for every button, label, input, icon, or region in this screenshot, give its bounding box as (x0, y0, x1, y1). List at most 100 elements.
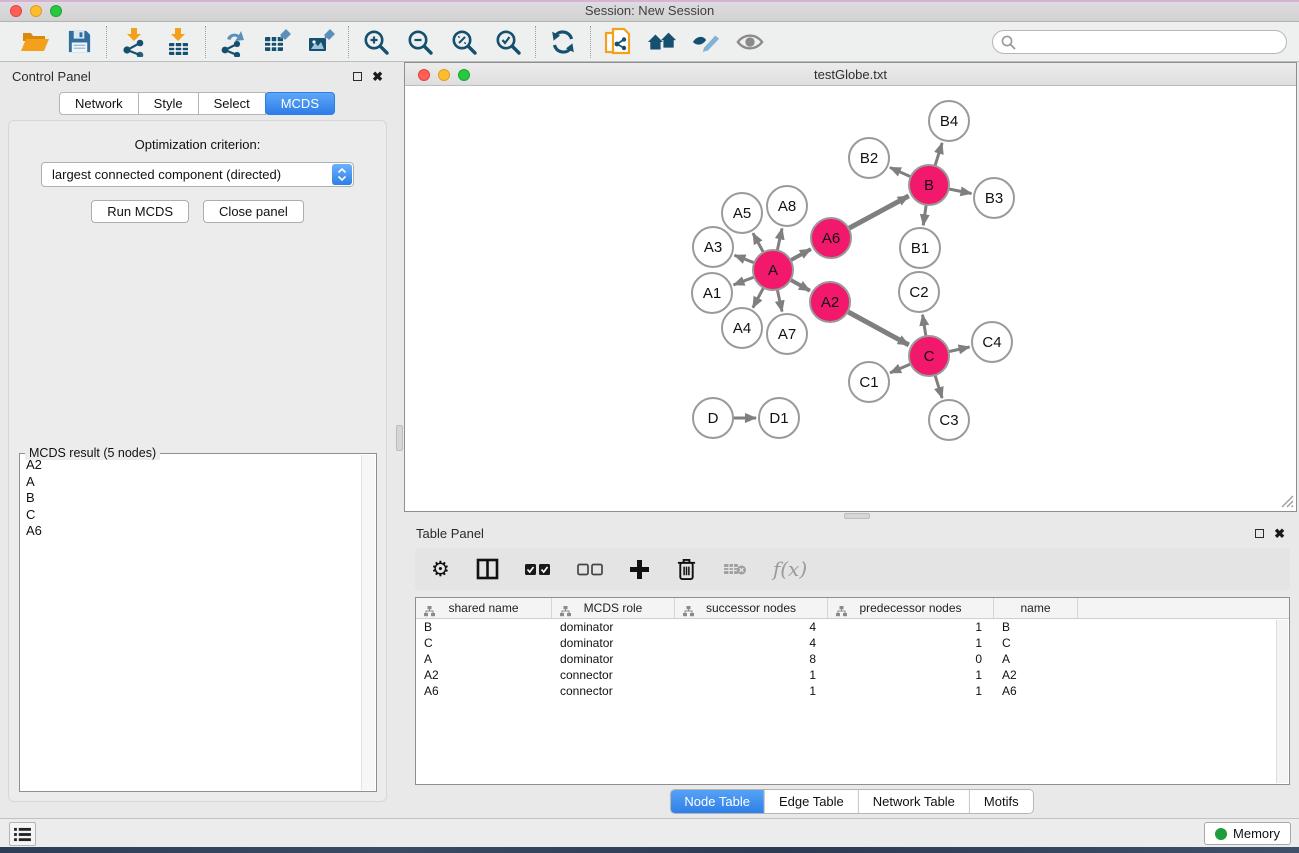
svg-text:B2: B2 (860, 150, 878, 167)
task-history-button[interactable] (9, 822, 36, 846)
control-panel: Control Panel ✖ NetworkStyleSelectMCDS O… (0, 62, 395, 818)
graph-node-A8[interactable]: A8 (767, 186, 807, 226)
zoom-in-icon[interactable] (361, 27, 391, 57)
table-scrollbar[interactable] (1276, 620, 1288, 783)
vertical-splitter[interactable] (395, 62, 404, 818)
graph-node-A7[interactable]: A7 (767, 314, 807, 354)
network-canvas[interactable]: B4 B2 B B3 A5A8A6 B1 A3 A C2 A1 A2 A4A7 C4 C C1 C3 D D1 (405, 86, 1296, 510)
column-header-predecessor-nodes[interactable]: predecessor nodes (828, 598, 994, 618)
graph-node-D1[interactable]: D1 (759, 398, 799, 438)
tab-node-table[interactable]: Node Table (670, 790, 764, 813)
column-header-name[interactable]: name (994, 598, 1078, 618)
tab-edge-table[interactable]: Edge Table (764, 790, 858, 813)
tab-style[interactable]: Style (138, 92, 199, 115)
graph-node-C3[interactable]: C3 (929, 400, 969, 440)
refresh-icon[interactable] (548, 27, 578, 57)
grid-remove-icon (723, 554, 747, 584)
export-table-icon[interactable] (262, 27, 292, 57)
svg-text:B1: B1 (911, 240, 929, 257)
close-panel-icon[interactable]: ✖ (372, 72, 383, 81)
zoom-out-icon[interactable] (405, 27, 435, 57)
horizontal-splitter[interactable] (404, 512, 1299, 520)
unchecked-boxes-icon[interactable] (577, 554, 603, 584)
session-title: Session: New Session (0, 3, 1299, 18)
result-item[interactable]: A (22, 474, 360, 491)
trash-icon[interactable] (676, 554, 697, 584)
split-columns-icon[interactable] (476, 554, 499, 584)
plus-icon[interactable] (629, 554, 650, 584)
column-header-shared-name[interactable]: shared name (416, 598, 552, 618)
column-header-successor-nodes[interactable]: successor nodes (675, 598, 828, 618)
graph-node-A5[interactable]: A5 (722, 193, 762, 233)
column-header-MCDS-role[interactable]: MCDS role (552, 598, 675, 618)
graph-node-B3[interactable]: B3 (974, 178, 1014, 218)
gear-icon[interactable]: ⚙ (431, 554, 450, 584)
table-row[interactable]: A6connector11A6 (416, 683, 1289, 699)
result-item[interactable]: A6 (22, 523, 360, 540)
result-item[interactable]: A2 (22, 457, 360, 474)
graph-node-A4[interactable]: A4 (722, 308, 762, 348)
result-item[interactable]: C (22, 507, 360, 524)
svg-text:C4: C4 (982, 334, 1001, 351)
node-table: shared nameMCDS rolesuccessor nodesprede… (415, 597, 1290, 785)
table-panel: Table Panel ✖ ⚙ f(x) shared nameMCDS rol… (404, 520, 1299, 818)
graph-node-B1[interactable]: B1 (900, 228, 940, 268)
vertical-splitter-handle[interactable] (396, 425, 403, 451)
table-float-panel-icon[interactable] (1255, 529, 1264, 538)
tab-network-table[interactable]: Network Table (858, 790, 969, 813)
close-panel-button[interactable]: Close panel (203, 200, 304, 223)
graph-node-C2[interactable]: C2 (899, 272, 939, 312)
graph-node-D[interactable]: D (693, 398, 733, 438)
graph-node-A6[interactable]: A6 (811, 218, 851, 258)
double-home-icon[interactable] (647, 27, 677, 57)
graph-node-A[interactable]: A (753, 250, 793, 290)
graph-node-A2[interactable]: A2 (810, 282, 850, 322)
export-image-icon[interactable] (306, 27, 336, 57)
clone-pages-icon[interactable] (603, 27, 633, 57)
titlebar-accent (0, 0, 1299, 2)
memory-button[interactable]: Memory (1204, 822, 1291, 845)
search-input[interactable] (992, 30, 1287, 54)
zoom-selected-icon[interactable] (493, 27, 523, 57)
export-network-icon[interactable] (218, 27, 248, 57)
checked-boxes-icon[interactable] (525, 554, 551, 584)
table-close-panel-icon[interactable]: ✖ (1274, 529, 1285, 538)
graph-node-A1[interactable]: A1 (692, 273, 732, 313)
svg-text:A1: A1 (703, 285, 721, 302)
tab-network[interactable]: Network (59, 92, 139, 115)
result-item[interactable]: B (22, 490, 360, 507)
import-network-icon[interactable] (119, 27, 149, 57)
table-row[interactable]: Cdominator41C (416, 635, 1289, 651)
run-mcds-button[interactable]: Run MCDS (91, 200, 189, 223)
table-row[interactable]: Adominator80A (416, 651, 1289, 667)
graph-node-C1[interactable]: C1 (849, 362, 889, 402)
graph-node-B2[interactable]: B2 (849, 138, 889, 178)
float-panel-icon[interactable] (353, 72, 362, 81)
open-file-icon[interactable] (20, 27, 50, 57)
result-scrollbar[interactable] (361, 455, 375, 790)
graph-node-B[interactable]: B (909, 165, 949, 205)
graph-node-C4[interactable]: C4 (972, 322, 1012, 362)
criterion-dropdown[interactable]: largest connected component (directed) (41, 162, 354, 187)
horizontal-splitter-handle[interactable] (844, 513, 870, 519)
save-session-icon[interactable] (64, 27, 94, 57)
tab-select[interactable]: Select (198, 92, 266, 115)
svg-text:A3: A3 (704, 239, 722, 256)
table-panel-title: Table Panel (416, 526, 484, 541)
tab-mcds[interactable]: MCDS (265, 92, 335, 115)
svg-text:C2: C2 (909, 284, 928, 301)
tab-motifs[interactable]: Motifs (969, 790, 1033, 813)
table-row[interactable]: Bdominator41B (416, 619, 1289, 635)
window-resize-grip[interactable] (1281, 495, 1294, 508)
desktop-strip (0, 847, 1299, 853)
graph-node-A3[interactable]: A3 (693, 227, 733, 267)
graph-node-C[interactable]: C (909, 336, 949, 376)
hide-eye-pencil-icon[interactable] (691, 27, 721, 57)
network-window-titlebar[interactable]: testGlobe.txt (405, 63, 1296, 86)
table-row[interactable]: A2connector11A2 (416, 667, 1289, 683)
zoom-fit-icon[interactable] (449, 27, 479, 57)
show-eye-icon[interactable] (735, 27, 765, 57)
memory-label: Memory (1233, 826, 1280, 841)
graph-node-B4[interactable]: B4 (929, 101, 969, 141)
import-table-icon[interactable] (163, 27, 193, 57)
